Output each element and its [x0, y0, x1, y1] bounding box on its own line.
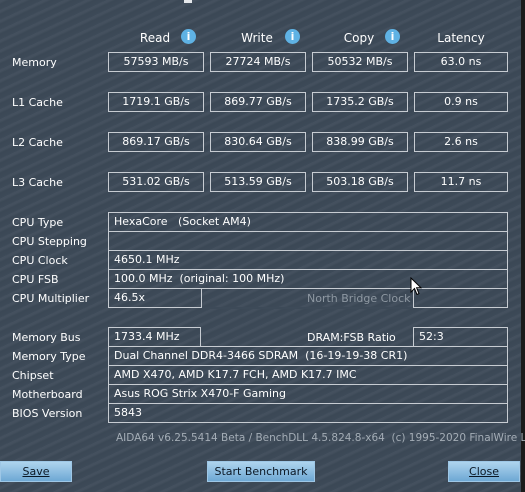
cpu-multiplier-value: 46.5x: [114, 291, 146, 304]
mem-divider-1: [108, 365, 508, 366]
cpu-fsb-value: 100.0 MHz (original: 100 MHz): [114, 272, 285, 285]
cpu-clock-label: CPU Clock: [12, 254, 68, 267]
row-label-l2-cache: L2 Cache: [12, 136, 63, 149]
start-benchmark-button[interactable]: Start Benchmark: [207, 461, 315, 482]
chipset-label: Chipset: [12, 369, 54, 382]
l2-read-value: 869.17 GB/s: [108, 132, 204, 152]
cpu-fsb-label: CPU FSB: [12, 273, 59, 286]
l3-latency-value: 11.7 ns: [414, 172, 508, 192]
l2-write-value: 830.64 GB/s: [210, 132, 306, 152]
l2-copy-value: 838.99 GB/s: [312, 132, 408, 152]
motherboard-label: Motherboard: [12, 388, 83, 401]
memory-read-value: 57593 MB/s: [108, 52, 204, 72]
memory-copy-value: 50532 MB/s: [312, 52, 408, 72]
l3-read-value: 531.02 GB/s: [108, 172, 204, 192]
title-underline: [184, 0, 192, 3]
save-button-label: Save: [22, 465, 50, 478]
window-edge: [521, 0, 525, 492]
close-button-label: Close: [469, 465, 499, 478]
mem-divider-2: [108, 384, 508, 385]
l1-read-value: 1719.1 GB/s: [108, 92, 204, 112]
bios-version-value: 5843: [114, 406, 142, 419]
cpu-divider-1: [108, 231, 508, 232]
l2-latency-value: 2.6 ns: [414, 132, 508, 152]
copy-info-icon[interactable]: i: [385, 29, 400, 44]
bios-version-label: BIOS Version: [12, 407, 83, 420]
dram-fsb-ratio-label: DRAM:FSB Ratio: [307, 331, 396, 344]
footer-copyright: AIDA64 v6.25.5414 Beta / BenchDLL 4.5.82…: [116, 432, 525, 444]
l1-latency-value: 0.9 ns: [414, 92, 508, 112]
cpu-multiplier-box-right: [201, 288, 202, 308]
cpu-divider-3: [108, 269, 508, 270]
l1-write-value: 869.77 GB/s: [210, 92, 306, 112]
cpu-clock-value: 4650.1 MHz: [114, 253, 180, 266]
row-label-l3-cache: L3 Cache: [12, 176, 63, 189]
memory-bus-label: Memory Bus: [12, 331, 81, 344]
l3-write-value: 513.59 GB/s: [210, 172, 306, 192]
row-label-l1-cache: L1 Cache: [12, 96, 63, 109]
motherboard-value: Asus ROG Strix X470-F Gaming: [114, 387, 286, 400]
cpu-frame-bottom-mask: [202, 307, 413, 309]
cpu-stepping-label: CPU Stepping: [12, 235, 87, 248]
l3-copy-value: 503.18 GB/s: [312, 172, 408, 192]
close-button[interactable]: Close: [448, 461, 520, 482]
cpu-type-label: CPU Type: [12, 216, 64, 229]
memory-latency-value: 63.0 ns: [414, 52, 508, 72]
start-benchmark-label: Start Benchmark: [214, 465, 308, 478]
chipset-value: AMD X470, AMD K17.7 FCH, AMD K17.7 IMC: [114, 368, 357, 381]
memory-type-value: Dual Channel DDR4-3466 SDRAM (16-19-19-3…: [114, 349, 408, 362]
memory-bus-value: 1733.4 MHz: [108, 327, 201, 347]
l1-copy-value: 1735.2 GB/s: [312, 92, 408, 112]
header-latency: Latency: [437, 31, 485, 45]
north-bridge-clock-label: North Bridge Clock: [307, 292, 411, 305]
cpu-divider-2: [108, 250, 508, 251]
cpu-divider-4: [108, 288, 508, 289]
read-info-icon[interactable]: i: [181, 29, 196, 44]
save-button[interactable]: Save: [0, 461, 72, 482]
mem-divider-3: [108, 403, 508, 404]
memory-type-label: Memory Type: [12, 350, 86, 363]
mouse-cursor-icon: [410, 277, 422, 296]
cpu-type-value: HexaCore (Socket AM4): [114, 215, 251, 228]
memory-write-value: 27724 MB/s: [210, 52, 306, 72]
cpu-multiplier-label: CPU Multiplier: [12, 292, 90, 305]
write-info-icon[interactable]: i: [285, 29, 300, 44]
dram-fsb-ratio-value: 52:3: [413, 327, 508, 347]
row-label-memory: Memory: [12, 56, 57, 69]
